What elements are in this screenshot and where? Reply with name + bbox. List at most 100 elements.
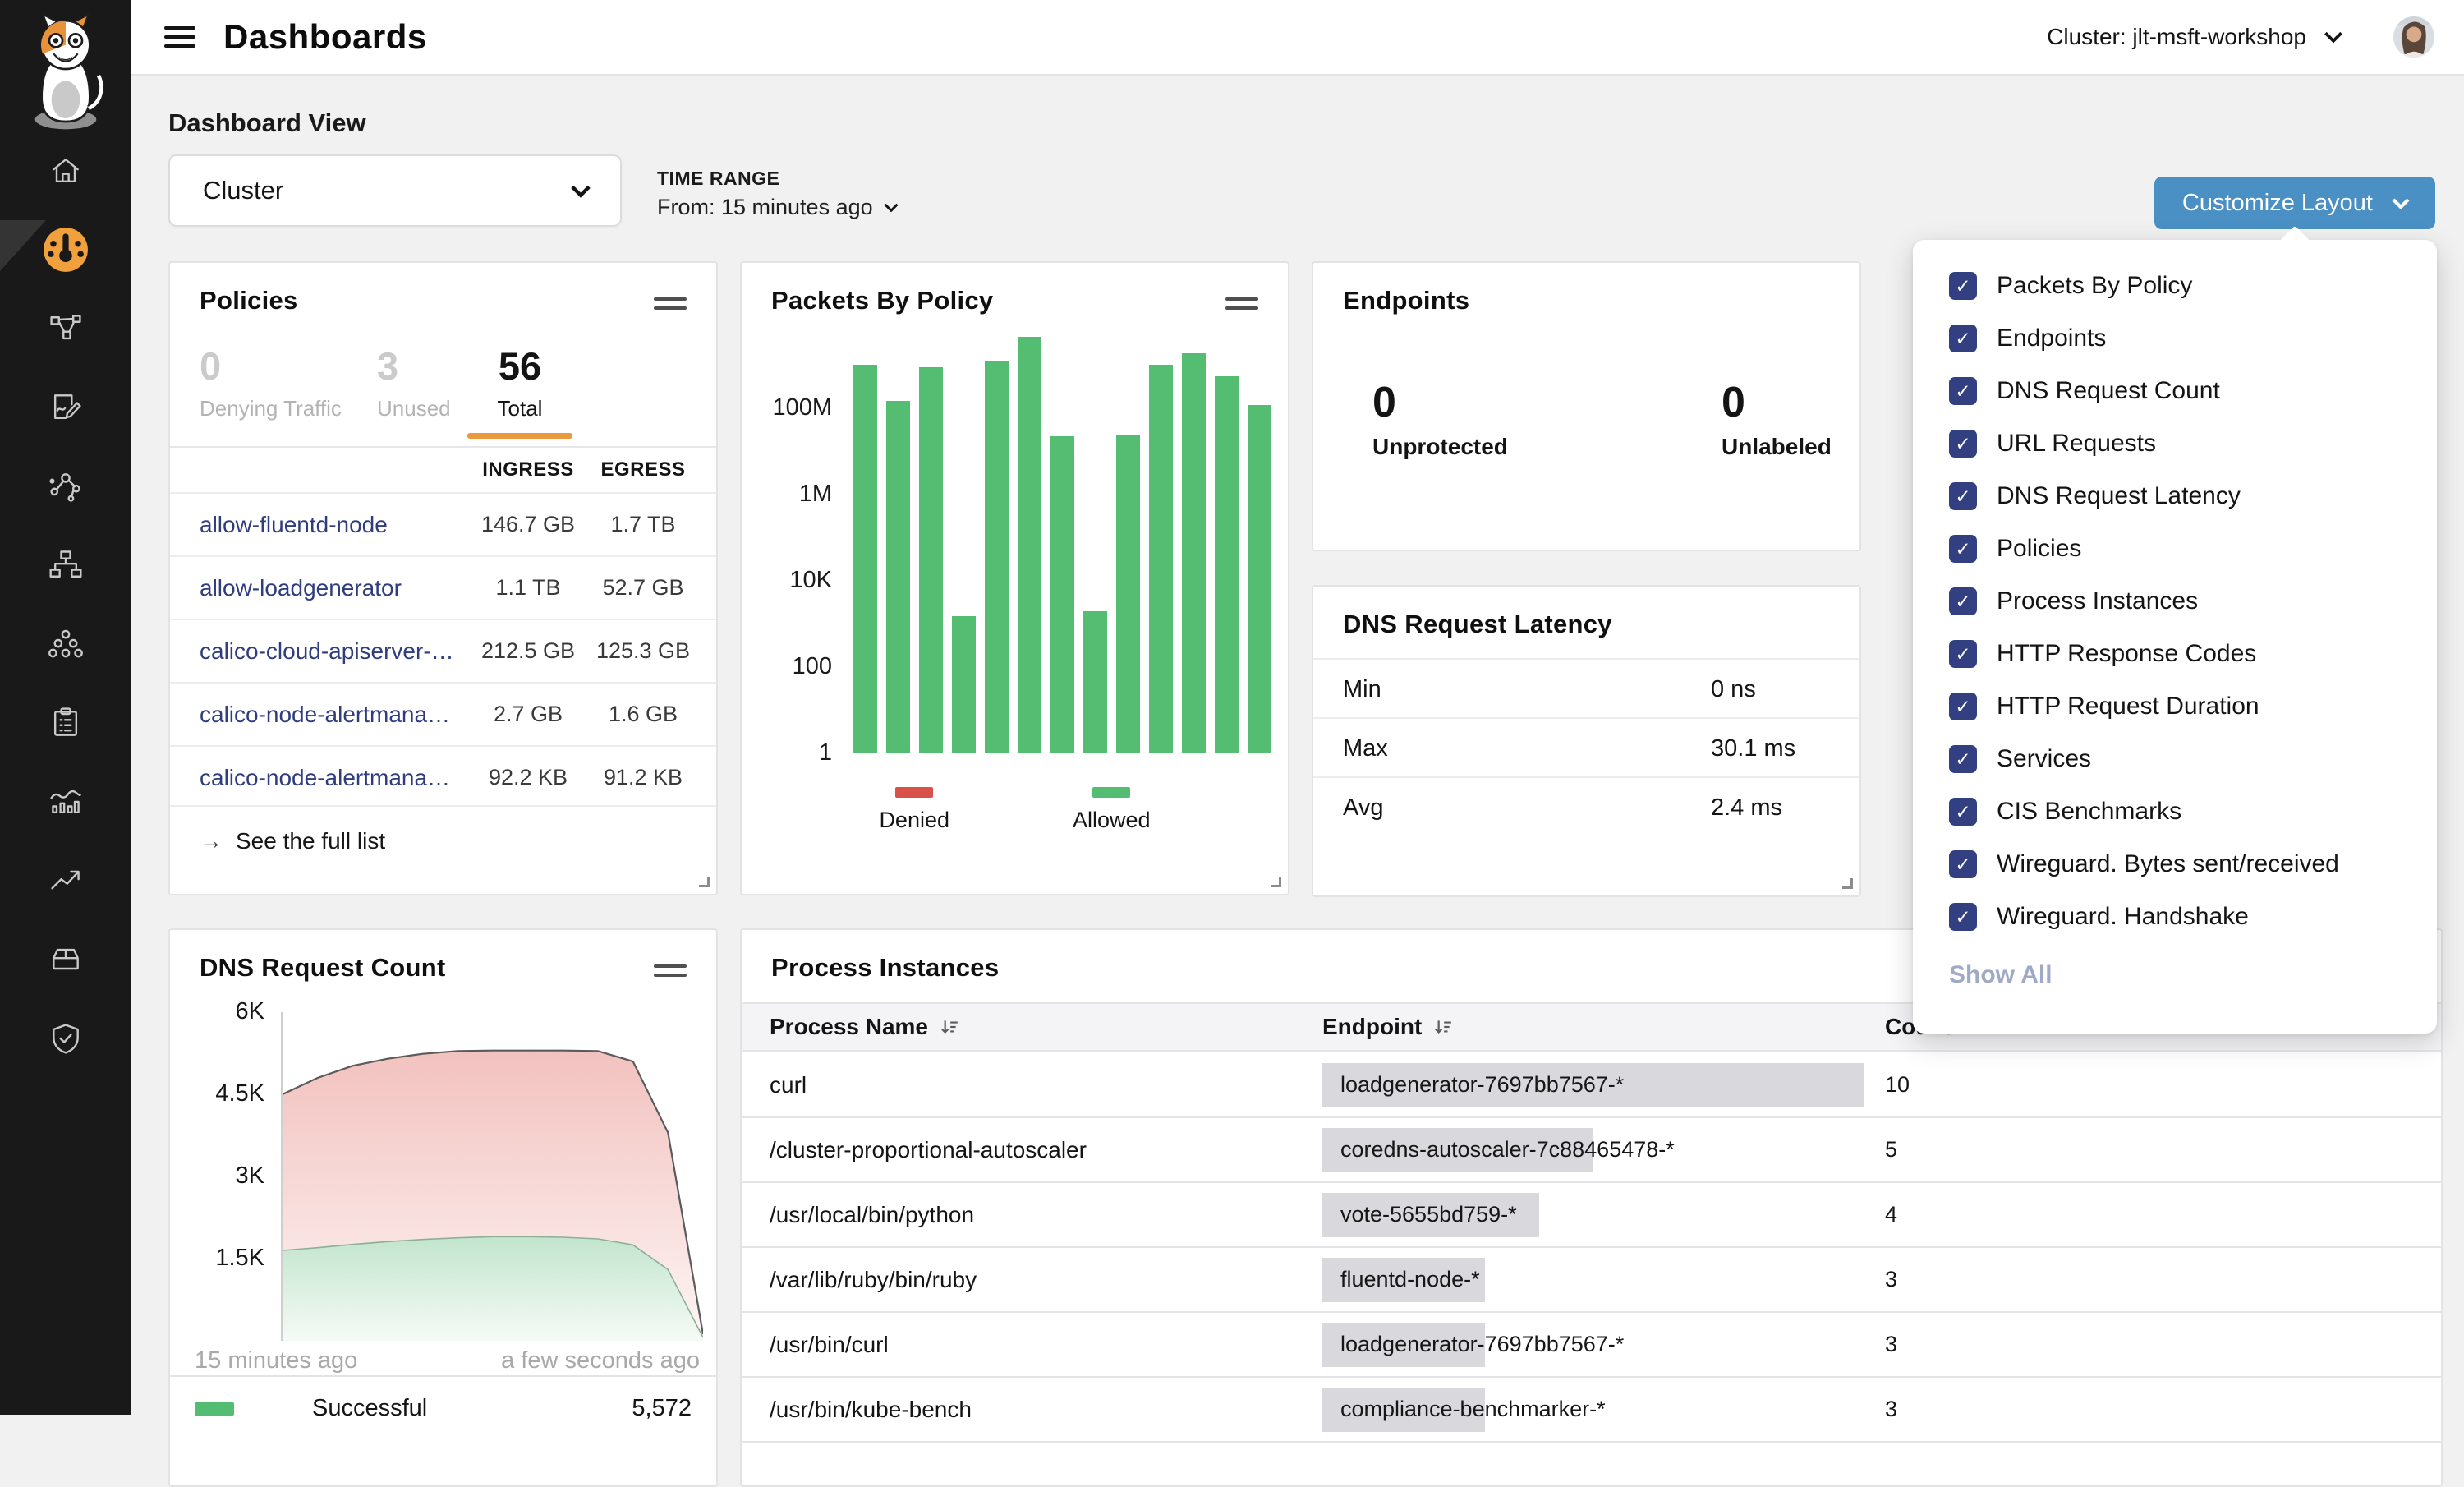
endpoint-column-header[interactable]: Endpoint [1322, 1004, 1453, 1050]
dropdown-widget-toggle[interactable]: ✓ Endpoints [1949, 312, 2437, 365]
dropdown-widget-toggle[interactable]: ✓ HTTP Response Codes [1949, 628, 2437, 680]
latency-metric-label: Min [1343, 676, 1381, 703]
checkbox-checked-icon[interactable]: ✓ [1949, 377, 1977, 405]
user-avatar[interactable] [2393, 16, 2434, 58]
sidebar-item-compliance[interactable] [0, 684, 131, 762]
drag-handle-icon[interactable] [654, 964, 687, 983]
policy-name-link[interactable]: calico-cloud-apiserver-… [200, 638, 467, 665]
dropdown-widget-toggle[interactable]: ✓ Packets By Policy [1949, 260, 2437, 312]
dashboard-view-select[interactable]: Cluster [168, 154, 622, 227]
see-full-list-link[interactable]: →See the full list [200, 828, 385, 854]
sidebar-item-service-graph[interactable] [0, 289, 131, 368]
sidebar-item-security[interactable] [0, 999, 131, 1078]
policy-name-link[interactable]: calico-node-alertmana… [200, 702, 467, 728]
dropdown-widget-toggle[interactable]: ✓ DNS Request Latency [1949, 470, 2437, 523]
checkbox-checked-icon[interactable]: ✓ [1949, 745, 1977, 773]
sidebar-item-dashboards[interactable] [0, 210, 131, 289]
checkbox-checked-icon[interactable]: ✓ [1949, 693, 1977, 720]
checkbox-checked-icon[interactable]: ✓ [1949, 430, 1977, 458]
show-all-link[interactable]: Show All [1949, 961, 2437, 989]
resize-handle[interactable] [699, 877, 710, 887]
sidebar-item-trends[interactable] [0, 841, 131, 920]
resize-handle[interactable] [1271, 877, 1281, 887]
drag-handle-icon[interactable] [654, 297, 687, 315]
policy-ingress-value: 2.7 GB [467, 702, 590, 727]
allowed-bar [1116, 435, 1140, 753]
checkbox-checked-icon[interactable]: ✓ [1949, 482, 1977, 510]
packets-legend: Denied Allowed [742, 787, 1288, 833]
allowed-bar [1083, 611, 1107, 753]
checkbox-checked-icon[interactable]: ✓ [1949, 640, 1977, 668]
resize-handle[interactable] [1842, 878, 1853, 889]
policy-name-link[interactable]: allow-loadgenerator [200, 575, 467, 601]
sitemap-icon [48, 547, 84, 583]
dropdown-widget-toggle[interactable]: ✓ HTTP Request Duration [1949, 680, 2437, 733]
sidebar-item-packages[interactable] [0, 920, 131, 999]
dropdown-item-label: HTTP Response Codes [1997, 640, 2256, 668]
policy-ingress-value: 1.1 TB [467, 575, 590, 601]
dropdown-item-label: DNS Request Latency [1997, 482, 2241, 510]
time-range-control[interactable]: TIME RANGE From: 15 minutes ago [657, 168, 899, 220]
home-icon [48, 153, 84, 189]
checkbox-checked-icon[interactable]: ✓ [1949, 903, 1977, 931]
legend-denied[interactable]: Denied [879, 787, 949, 833]
workloads-cluster-icon [48, 626, 84, 662]
dropdown-item-label: CIS Benchmarks [1997, 798, 2181, 826]
ingress-column-header[interactable]: INGRESS [467, 458, 590, 481]
dropdown-widget-toggle[interactable]: ✓ Wireguard. Handshake [1949, 891, 2437, 943]
arrow-right-icon: → [200, 828, 223, 854]
policies-card: Policies 0 Denying Traffic 3 Unused 56 T… [168, 261, 718, 895]
process-name-column-header[interactable]: Process Name [770, 1004, 959, 1050]
legend-allowed[interactable]: Allowed [1073, 787, 1151, 833]
checkbox-checked-icon[interactable]: ✓ [1949, 587, 1977, 615]
policy-name-link[interactable]: calico-node-alertmana… [200, 765, 467, 791]
dropdown-item-label: Services [1997, 745, 2091, 773]
sidebar-item-activity[interactable] [0, 762, 131, 841]
checkbox-checked-icon[interactable]: ✓ [1949, 798, 1977, 826]
policy-name-link[interactable]: allow-fluentd-node [200, 512, 467, 538]
calico-cat-logo[interactable] [16, 10, 115, 132]
hamburger-menu-icon[interactable] [164, 21, 195, 53]
sidebar-item-policies[interactable] [0, 368, 131, 447]
stat-unused[interactable]: 3 Unused [377, 345, 467, 439]
sidebar-item-workloads[interactable] [0, 605, 131, 684]
dns-latency-rows: Min 0 ns Max 30.1 ms Avg 2.4 ms [1313, 658, 1859, 836]
checkbox-checked-icon[interactable]: ✓ [1949, 535, 1977, 563]
chevron-down-icon [2323, 30, 2344, 44]
endpoint-value: vote-5655bd759-* [1322, 1202, 1517, 1227]
latency-row: Max 30.1 ms [1313, 717, 1859, 776]
endpoint-value: fluentd-node-* [1322, 1267, 1480, 1292]
checkbox-checked-icon[interactable]: ✓ [1949, 850, 1977, 878]
dropdown-widget-toggle[interactable]: ✓ Process Instances [1949, 575, 2437, 628]
policy-row: allow-loadgenerator 1.1 TB 52.7 GB [170, 555, 716, 619]
dropdown-widget-toggle[interactable]: ✓ Policies [1949, 523, 2437, 575]
stat-total[interactable]: 56 Total [467, 345, 572, 439]
dropdown-widget-toggle[interactable]: ✓ URL Requests [1949, 417, 2437, 470]
sidebar-item-home[interactable] [0, 131, 131, 210]
y-tick-label: 3K [170, 1162, 264, 1190]
latency-row: Min 0 ns [1313, 658, 1859, 717]
endpoint-value: compliance-benchmarker-* [1322, 1397, 1606, 1422]
dropdown-item-label: Endpoints [1997, 325, 2106, 352]
sidebar-item-network-flows[interactable] [0, 447, 131, 526]
drag-handle-icon[interactable] [1225, 297, 1258, 315]
dropdown-widget-toggle[interactable]: ✓ Wireguard. Bytes sent/received [1949, 838, 2437, 891]
checkbox-checked-icon[interactable]: ✓ [1949, 325, 1977, 352]
process-rows: curl loadgenerator-7697bb7567-* 10 /clus… [742, 1053, 2441, 1443]
customize-layout-button[interactable]: Customize Layout [2154, 177, 2435, 229]
cluster-selector[interactable]: Cluster: jlt-msft-workshop [2047, 24, 2344, 50]
y-tick-label: 1 [742, 739, 832, 767]
dashboard-view-label: Dashboard View [168, 108, 366, 138]
chevron-down-icon [2391, 197, 2411, 209]
policy-ingress-value: 212.5 GB [467, 638, 590, 664]
endpoint-cell: coredns-autoscaler-7c88465478-* [1322, 1118, 1675, 1181]
sidebar-item-cluster-nodes[interactable] [0, 526, 131, 605]
egress-column-header[interactable]: EGRESS [590, 458, 696, 481]
dropdown-widget-toggle[interactable]: ✓ CIS Benchmarks [1949, 785, 2437, 838]
dns-count-legend-row[interactable]: Successful 5,572 [170, 1375, 716, 1422]
dropdown-widget-toggle[interactable]: ✓ DNS Request Count [1949, 365, 2437, 417]
checkbox-checked-icon[interactable]: ✓ [1949, 272, 1977, 300]
dropdown-widget-toggle[interactable]: ✓ Services [1949, 733, 2437, 785]
latency-row: Avg 2.4 ms [1313, 776, 1859, 836]
stat-denying-traffic[interactable]: 0 Denying Traffic [200, 345, 377, 439]
